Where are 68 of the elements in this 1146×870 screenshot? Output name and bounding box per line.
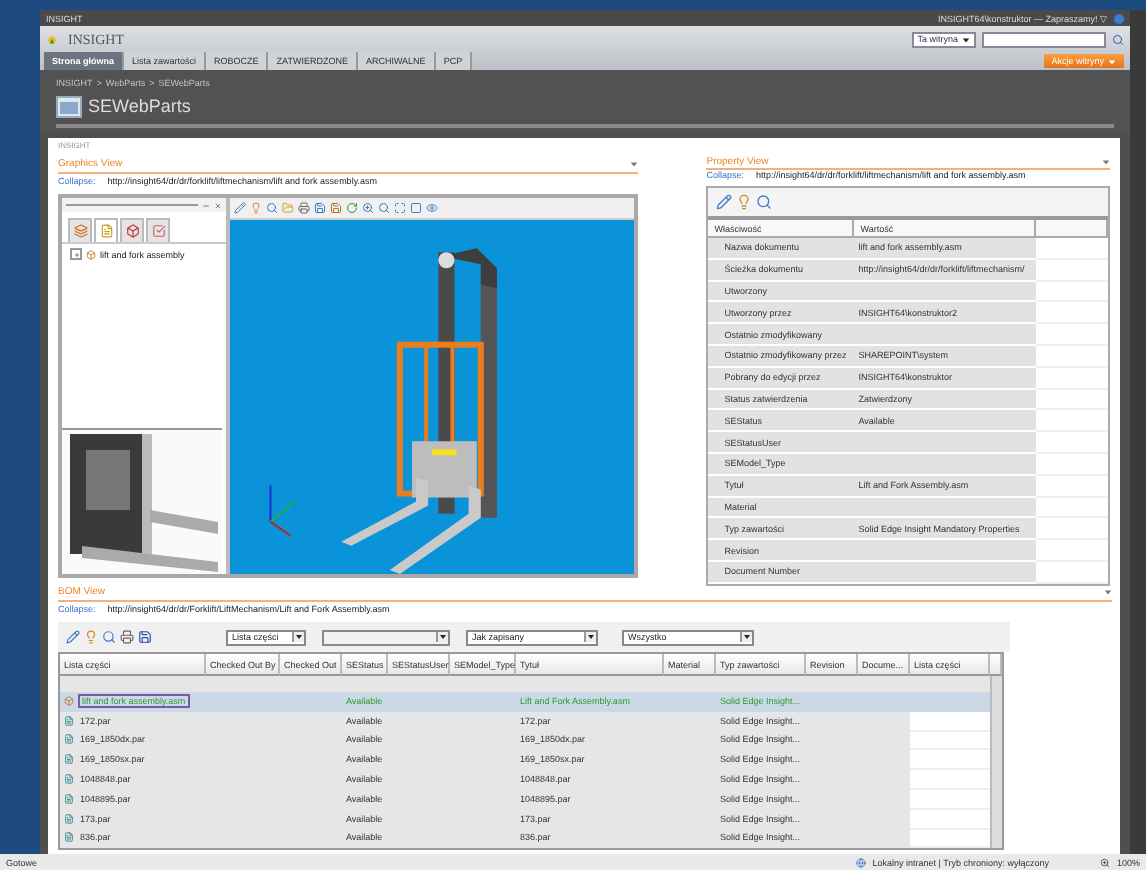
search-icon[interactable] [756, 194, 773, 210]
cube-icon [125, 224, 139, 238]
column-header [990, 654, 1002, 676]
assembly-icon[interactable] [64, 695, 74, 706]
part-file-icon[interactable] [64, 715, 74, 726]
edit-icon[interactable] [66, 630, 80, 644]
menu-caret-icon[interactable] [1102, 158, 1110, 166]
table-cell [910, 770, 990, 790]
table-cell [910, 731, 990, 751]
search-field[interactable] [982, 31, 1106, 47]
expand-icon[interactable] [70, 248, 82, 260]
part-file-icon[interactable] [64, 813, 74, 824]
plus-icon [73, 251, 79, 257]
edit-icon[interactable] [716, 194, 733, 210]
bulb-icon[interactable] [736, 194, 753, 210]
zoom-area-icon[interactable] [378, 202, 390, 214]
view-icon[interactable] [410, 202, 422, 214]
search-icon[interactable] [1112, 33, 1124, 45]
checkmark-icon [151, 224, 165, 238]
part-file-icon[interactable] [64, 774, 74, 785]
save-icon[interactable] [314, 202, 326, 214]
pane-tab[interactable] [68, 218, 92, 242]
zoom-in-icon[interactable] [362, 202, 374, 214]
help-icon[interactable] [1114, 13, 1124, 23]
scrollbar[interactable] [990, 676, 1002, 849]
folder-icon[interactable] [282, 202, 294, 214]
part-file-icon[interactable] [64, 793, 74, 804]
table-cell [910, 750, 990, 771]
print-icon[interactable] [120, 630, 134, 644]
pane-tab[interactable] [94, 218, 118, 242]
menu-caret-icon[interactable] [1104, 588, 1112, 596]
caret-icon [962, 35, 970, 43]
layers-icon [73, 224, 87, 238]
caret-icon [292, 632, 304, 642]
assembly-icon[interactable] [86, 249, 96, 259]
document-icon [99, 224, 113, 238]
rotate-icon[interactable] [346, 202, 358, 214]
display-icon[interactable] [426, 202, 438, 214]
caret-icon [1108, 57, 1116, 65]
axis-triad-icon [269, 485, 296, 537]
table-cell [910, 789, 990, 810]
bulb-icon[interactable] [84, 630, 98, 644]
bulb-icon[interactable] [250, 202, 262, 214]
logo-icon [46, 33, 58, 45]
edit-icon[interactable] [234, 202, 246, 214]
table-cell [910, 711, 990, 732]
part-file-icon[interactable] [64, 734, 74, 745]
caret-icon [740, 632, 752, 642]
globe-icon[interactable] [856, 857, 867, 867]
part-file-icon[interactable] [64, 754, 74, 765]
pane-tab[interactable] [120, 218, 144, 242]
search-icon[interactable] [102, 630, 116, 644]
print-icon[interactable] [298, 202, 310, 214]
zoom-icon[interactable] [1100, 857, 1111, 867]
table-cell [910, 809, 990, 830]
save-icon[interactable] [138, 630, 152, 644]
caret-icon [436, 632, 448, 642]
save-as-icon[interactable] [330, 202, 342, 214]
page-title: SEWebParts [88, 96, 191, 116]
model-viewport[interactable] [230, 220, 635, 574]
collapse-icon[interactable] [202, 201, 210, 209]
menu-caret-icon[interactable] [630, 160, 639, 168]
search-icon[interactable] [266, 202, 278, 214]
caret-icon [584, 632, 596, 642]
part-file-icon[interactable] [64, 832, 74, 843]
scrollbar[interactable] [1130, 10, 1146, 854]
pane-tab[interactable] [146, 218, 170, 242]
page-icon [56, 95, 82, 117]
